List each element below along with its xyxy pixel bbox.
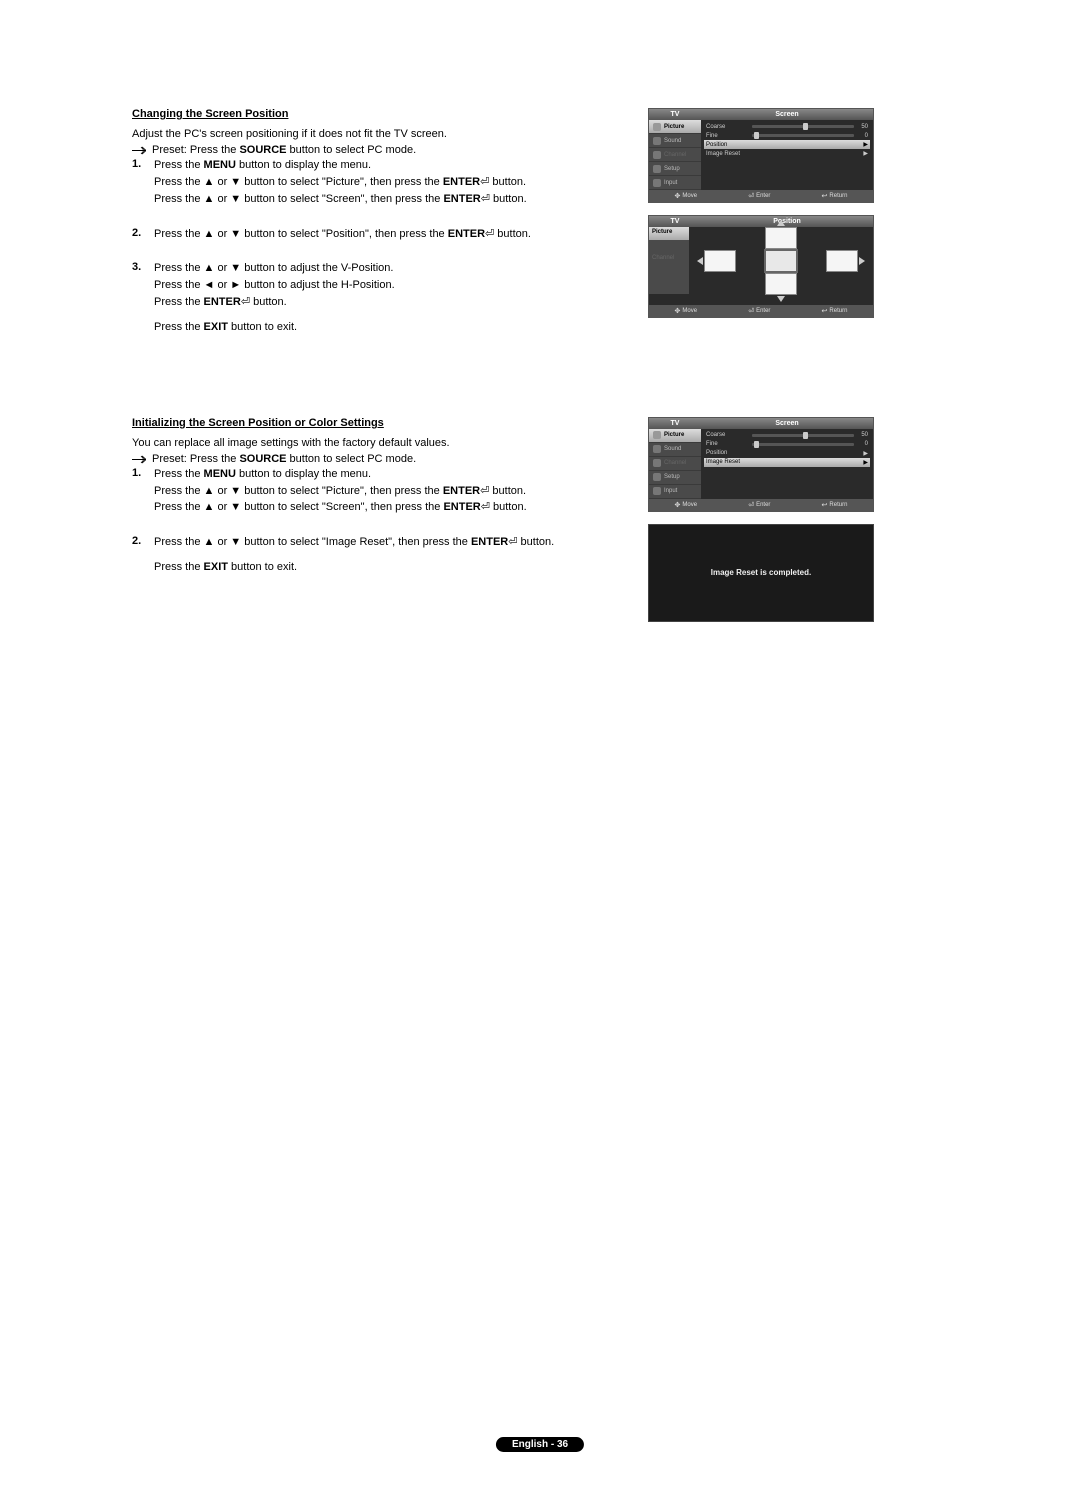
content-row: Changing the Screen Position Adjust the …	[132, 108, 960, 355]
footer-enter: ⏎Enter	[748, 501, 770, 509]
enter-icon: ⏎	[481, 501, 490, 513]
page-number: English - 36	[496, 1437, 584, 1452]
enter-icon: ⏎	[485, 228, 494, 240]
osd-column: TV Screen Picture Sound Channel Setup In…	[648, 108, 872, 318]
footer-move: ✥Move	[675, 501, 698, 509]
menu-row-position: Position▶	[704, 140, 870, 149]
step-3: 3. Press the ▲ or ▼ button to adjust the…	[132, 261, 612, 336]
menu-row-fine: Fine0	[704, 440, 870, 449]
osd-sidebar-mini: Picture Channel	[649, 227, 689, 294]
section-initializing: Initializing the Screen Position or Colo…	[132, 417, 960, 622]
intro-text: You can replace all image settings with …	[132, 437, 612, 449]
position-cross	[689, 227, 873, 294]
step-list: 1. Press the MENU button to display the …	[132, 467, 612, 577]
preset-text: Preset: Press the SOURCE button to selec…	[152, 144, 416, 156]
input-icon	[653, 487, 661, 495]
page: Changing the Screen Position Adjust the …	[0, 0, 1080, 1488]
picture-icon	[653, 123, 661, 131]
enter-icon: ⏎	[480, 485, 489, 497]
sidebar-item-input: Input	[649, 485, 701, 499]
sidebar-item-setup: Setup	[649, 162, 701, 176]
preset-icon	[132, 455, 146, 464]
osd-screen-imagereset: TV Screen Picture Sound Channel Setup In…	[648, 417, 874, 512]
step-2: 2. Press the ▲ or ▼ button to select "Im…	[132, 535, 612, 577]
enter-icon: ⏎	[480, 176, 489, 188]
direction-center-icon	[764, 249, 798, 273]
sidebar-item-sound: Sound	[649, 134, 701, 148]
osd-position: TV Position Picture Channel	[648, 215, 874, 318]
sidebar-item-channel: Channel	[649, 457, 701, 471]
footer-return: ↩Return	[822, 501, 848, 509]
osd-main: Coarse50 Fine0 Position▶ Image Reset▶	[701, 120, 873, 190]
menu-row-coarse: Coarse50	[704, 122, 870, 131]
osd-sidebar: Picture Sound Channel Setup Input	[649, 429, 701, 499]
chevron-right-icon: ▶	[858, 150, 868, 157]
footer-enter: ⏎Enter	[748, 307, 770, 315]
content-row: Initializing the Screen Position or Colo…	[132, 417, 960, 622]
text-column: Changing the Screen Position Adjust the …	[132, 108, 612, 355]
menu-row-coarse: Coarse50	[704, 431, 870, 440]
osd-main: Coarse50 Fine0 Position▶ Image Reset▶	[701, 429, 873, 499]
osd-footer: ✥Move ⏎Enter ↩Return	[649, 499, 873, 511]
footer-move: ✥Move	[675, 307, 698, 315]
input-icon	[653, 179, 661, 187]
menu-row-imagereset: Image Reset▶	[704, 149, 870, 158]
footer-return: ↩Return	[822, 307, 848, 315]
section-title: Initializing the Screen Position or Colo…	[132, 417, 612, 429]
direction-left-icon	[704, 250, 736, 272]
osd-footer: ✥Move ⏎Enter ↩Return	[649, 305, 873, 317]
chevron-right-icon: ▶	[858, 141, 868, 148]
sidebar-item-picture: Picture	[649, 429, 701, 443]
direction-right-icon	[826, 250, 858, 272]
preset-icon	[132, 146, 146, 155]
section-changing-position: Changing the Screen Position Adjust the …	[132, 108, 960, 355]
intro-text: Adjust the PC's screen positioning if it…	[132, 128, 612, 140]
sound-icon	[653, 445, 661, 453]
osd-screen-position: TV Screen Picture Sound Channel Setup In…	[648, 108, 874, 203]
reset-message: Image Reset is completed.	[711, 568, 811, 577]
step-list: 1. Press the MENU button to display the …	[132, 158, 612, 337]
direction-up-icon	[765, 227, 797, 249]
preset-row: Preset: Press the SOURCE button to selec…	[132, 144, 612, 156]
preset-text: Preset: Press the SOURCE button to selec…	[152, 453, 416, 465]
footer-move: ✥Move	[675, 192, 698, 200]
enter-icon: ⏎	[241, 296, 250, 308]
sidebar-item-setup: Setup	[649, 471, 701, 485]
menu-row-position: Position▶	[704, 449, 870, 458]
sidebar-item-sound: Sound	[649, 443, 701, 457]
channel-icon	[653, 459, 661, 467]
osd-column: TV Screen Picture Sound Channel Setup In…	[648, 417, 872, 622]
footer-return: ↩Return	[822, 192, 848, 200]
sidebar-item-channel: Channel	[649, 148, 701, 162]
chevron-right-icon: ▶	[858, 459, 868, 466]
osd-sidebar: Picture Sound Channel Setup Input	[649, 120, 701, 190]
menu-row-imagereset: Image Reset▶	[704, 458, 870, 467]
osd-footer: ✥Move ⏎Enter ↩Return	[649, 190, 873, 202]
setup-icon	[653, 165, 661, 173]
sidebar-item-channel: Channel	[649, 253, 689, 266]
picture-icon	[653, 431, 661, 439]
section-title: Changing the Screen Position	[132, 108, 612, 120]
step-1: 1. Press the MENU button to display the …	[132, 467, 612, 518]
sidebar-item-picture: Picture	[649, 120, 701, 134]
sidebar-item-picture: Picture	[649, 227, 689, 240]
channel-icon	[653, 151, 661, 159]
step-2: 2. Press the ▲ or ▼ button to select "Po…	[132, 227, 612, 244]
footer-enter: ⏎Enter	[748, 192, 770, 200]
sidebar-item-input: Input	[649, 176, 701, 190]
slider-coarse	[752, 125, 854, 128]
step-1: 1. Press the MENU button to display the …	[132, 158, 612, 209]
slider-fine	[752, 134, 854, 137]
text-column: Initializing the Screen Position or Colo…	[132, 417, 612, 595]
sound-icon	[653, 137, 661, 145]
direction-down-icon	[765, 273, 797, 295]
osd-reset-complete: Image Reset is completed.	[648, 524, 874, 622]
chevron-right-icon: ▶	[858, 450, 868, 457]
preset-row: Preset: Press the SOURCE button to selec…	[132, 453, 612, 465]
menu-row-fine: Fine0	[704, 131, 870, 140]
setup-icon	[653, 473, 661, 481]
enter-icon: ⏎	[481, 193, 490, 205]
